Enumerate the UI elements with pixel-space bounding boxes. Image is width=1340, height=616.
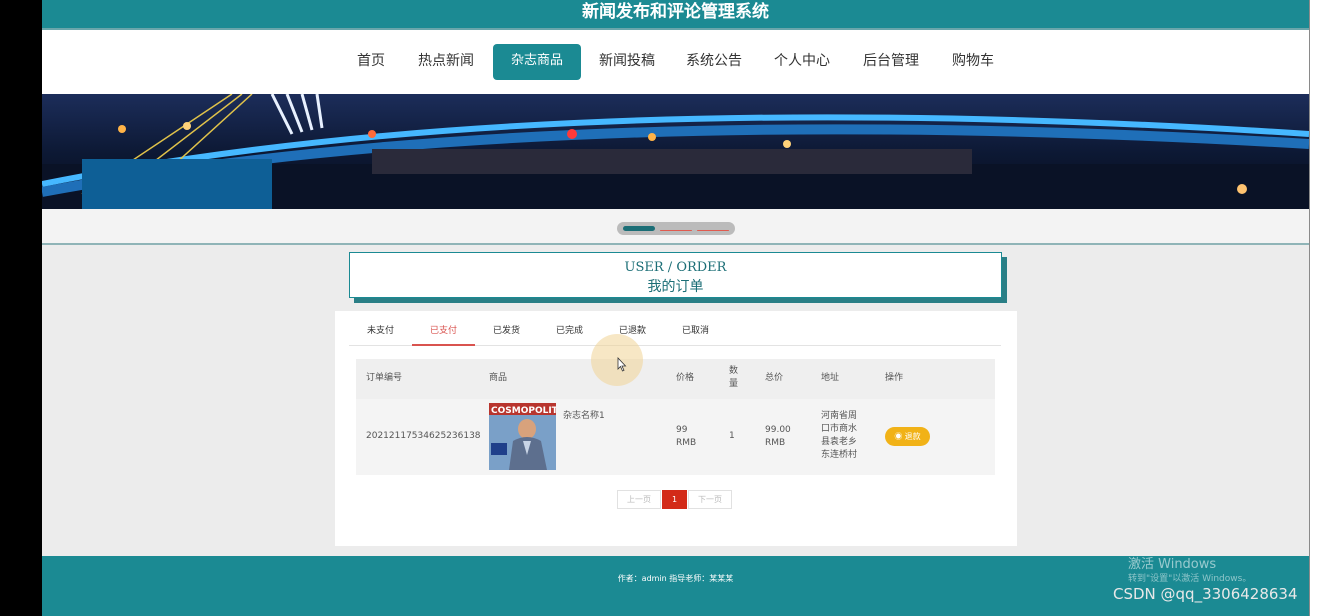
order-status-tabs: 未支付 已支付 已发货 已完成 已退款 已取消 <box>349 321 1001 346</box>
col-product: 商品 <box>489 373 508 383</box>
app-header: 新闻发布和评论管理系统 <box>42 0 1309 28</box>
carousel-dot-1[interactable] <box>623 226 655 231</box>
col-price: 价格 <box>676 373 695 383</box>
tab-completed[interactable]: 已完成 <box>538 321 601 346</box>
footer-text: 作者：admin 指导老师：某某某 <box>617 574 734 583</box>
col-action: 操作 <box>885 373 904 383</box>
prev-page-button[interactable]: 上一页 <box>617 490 661 509</box>
col-address: 地址 <box>821 373 840 383</box>
nav-magazine-goods[interactable]: 杂志商品 <box>493 44 581 80</box>
total-unit: RMB <box>765 438 786 448</box>
magazine-cover-icon: COSMOPOLITAN <box>489 403 556 470</box>
next-page-button[interactable]: 下一页 <box>688 490 732 509</box>
app-title: 新闻发布和评论管理系统 <box>582 2 769 22</box>
windows-activation-hint: 转到"设置"以激活 Windows。 <box>1128 574 1252 584</box>
col-qty-2: 量 <box>729 379 739 389</box>
tab-paid[interactable]: 已支付 <box>412 321 475 346</box>
price-value: 99 <box>676 425 688 435</box>
nav-home[interactable]: 首页 <box>355 44 387 80</box>
tab-cancelled[interactable]: 已取消 <box>664 321 727 346</box>
product-cover-image[interactable]: COSMOPOLITAN <box>489 403 556 470</box>
section-title-card: USER / ORDER 我的订单 <box>349 252 1002 298</box>
order-table-header: 订单编号 商品 价格 数 量 总价 地址 操作 <box>356 359 995 399</box>
table-row: 20212117534625236138 COSMOPOLITAN 杂志名称1 … <box>356 399 995 475</box>
carousel-band <box>42 209 1309 245</box>
refund-button[interactable]: ◉ 退款 <box>885 427 930 446</box>
address-line-1: 河南省周 <box>821 411 858 421</box>
refund-icon: ◉ <box>894 432 903 441</box>
section-title-cn: 我的订单 <box>647 279 704 295</box>
nav-hot-news[interactable]: 热点新闻 <box>418 44 474 80</box>
col-order-no: 订单编号 <box>366 373 403 383</box>
carousel-dot-3[interactable] <box>697 230 729 231</box>
col-total: 总价 <box>765 373 784 383</box>
bridge-night-image <box>42 94 1309 209</box>
tab-unpaid[interactable]: 未支付 <box>349 321 412 346</box>
tab-shipped[interactable]: 已发货 <box>475 321 538 346</box>
current-page-button[interactable]: 1 <box>662 490 687 509</box>
nav-admin[interactable]: 后台管理 <box>863 44 919 80</box>
mouse-pointer-icon <box>617 357 627 372</box>
address-line-2: 口市商水 <box>821 424 858 434</box>
csdn-watermark: CSDN @qq_3306428634 <box>1113 585 1298 603</box>
page: 新闻发布和评论管理系统 首页 热点新闻 杂志商品 新闻投稿 系统公告 个人中心 … <box>42 0 1309 616</box>
section-title-en: USER / ORDER <box>624 260 727 275</box>
product-name[interactable]: 杂志名称1 <box>563 410 605 423</box>
order-panel: 未支付 已支付 已发货 已完成 已退款 已取消 订单编号 商品 价格 数 量 总… <box>335 311 1017 546</box>
cover-title: COSMOPOLITAN <box>491 406 556 416</box>
nav-announcements[interactable]: 系统公告 <box>686 44 742 80</box>
order-number: 20212117534625236138 <box>366 431 481 441</box>
nav-cart[interactable]: 购物车 <box>952 44 994 80</box>
carousel-dot-2[interactable] <box>660 230 692 231</box>
nav-personal-center[interactable]: 个人中心 <box>774 44 830 80</box>
address-line-3: 县袁老乡 <box>821 437 858 447</box>
window-edge <box>1309 0 1340 616</box>
carousel-indicator <box>617 222 735 235</box>
windows-activation-watermark: 激活 Windows <box>1128 557 1217 572</box>
col-qty-1: 数 <box>729 366 739 376</box>
price-unit: RMB <box>676 438 697 448</box>
total-value: 99.00 <box>765 425 791 435</box>
main-nav: 首页 热点新闻 杂志商品 新闻投稿 系统公告 个人中心 后台管理 购物车 <box>42 28 1309 94</box>
address-line-4: 东连桥村 <box>821 450 858 460</box>
quantity-value: 1 <box>729 431 735 441</box>
nav-news-submit[interactable]: 新闻投稿 <box>599 44 655 80</box>
refund-label: 退款 <box>904 432 921 441</box>
banner-image <box>42 94 1309 209</box>
